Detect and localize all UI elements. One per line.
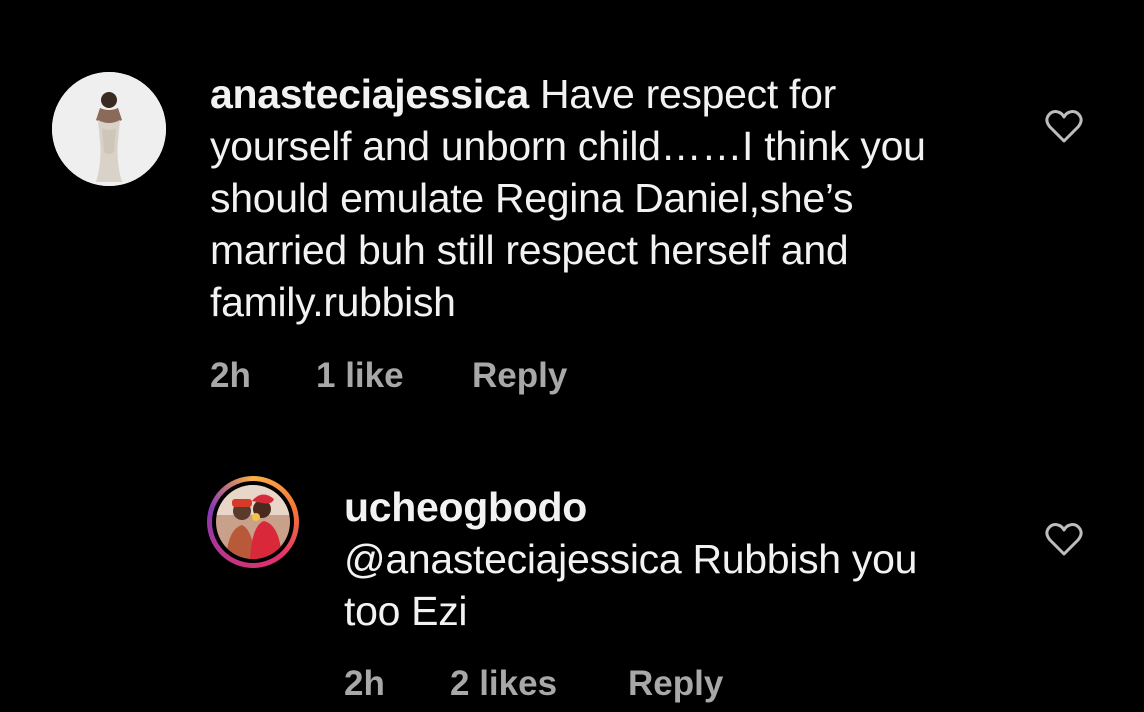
- comment-meta: 2h 1 like Reply: [210, 356, 567, 396]
- heart-outline-icon[interactable]: [1044, 108, 1084, 144]
- comment-body-line: yourself and unborn child……I think you: [210, 123, 926, 169]
- reply-button[interactable]: Reply: [628, 664, 723, 704]
- comment-likes-count[interactable]: 1 like: [316, 356, 472, 396]
- comment-likes-count[interactable]: 2 likes: [450, 664, 628, 704]
- comment-time: 2h: [210, 356, 251, 395]
- comment-body-line: should emulate Regina Daniel,she’s: [210, 175, 854, 221]
- heart-outline-icon[interactable]: [1044, 521, 1084, 557]
- comment-body-line: married buh still respect herself and: [210, 227, 849, 273]
- comment-text: anasteciajessica Have respect for yourse…: [210, 68, 1030, 328]
- profile-photo-icon: [216, 485, 290, 559]
- comment-body-line: too Ezi: [344, 588, 468, 634]
- story-ring-gap: [212, 481, 294, 563]
- comment-username[interactable]: ucheogbodo: [344, 481, 1044, 533]
- comment-username[interactable]: anasteciajessica: [210, 71, 529, 117]
- comment-body-line: @anasteciajessica Rubbish you: [344, 536, 918, 582]
- avatar[interactable]: [207, 476, 299, 568]
- comment-text: ucheogbodo @anasteciajessica Rubbish you…: [344, 481, 1044, 637]
- reply-button[interactable]: Reply: [472, 356, 567, 396]
- profile-photo-icon: [52, 72, 166, 186]
- comment-time: 2h: [344, 664, 385, 703]
- comment-meta: 2h 2 likes Reply: [344, 664, 723, 704]
- comment-body-line: family.rubbish: [210, 279, 456, 325]
- comment-body-line: Have respect for: [528, 71, 836, 117]
- avatar[interactable]: [52, 72, 166, 186]
